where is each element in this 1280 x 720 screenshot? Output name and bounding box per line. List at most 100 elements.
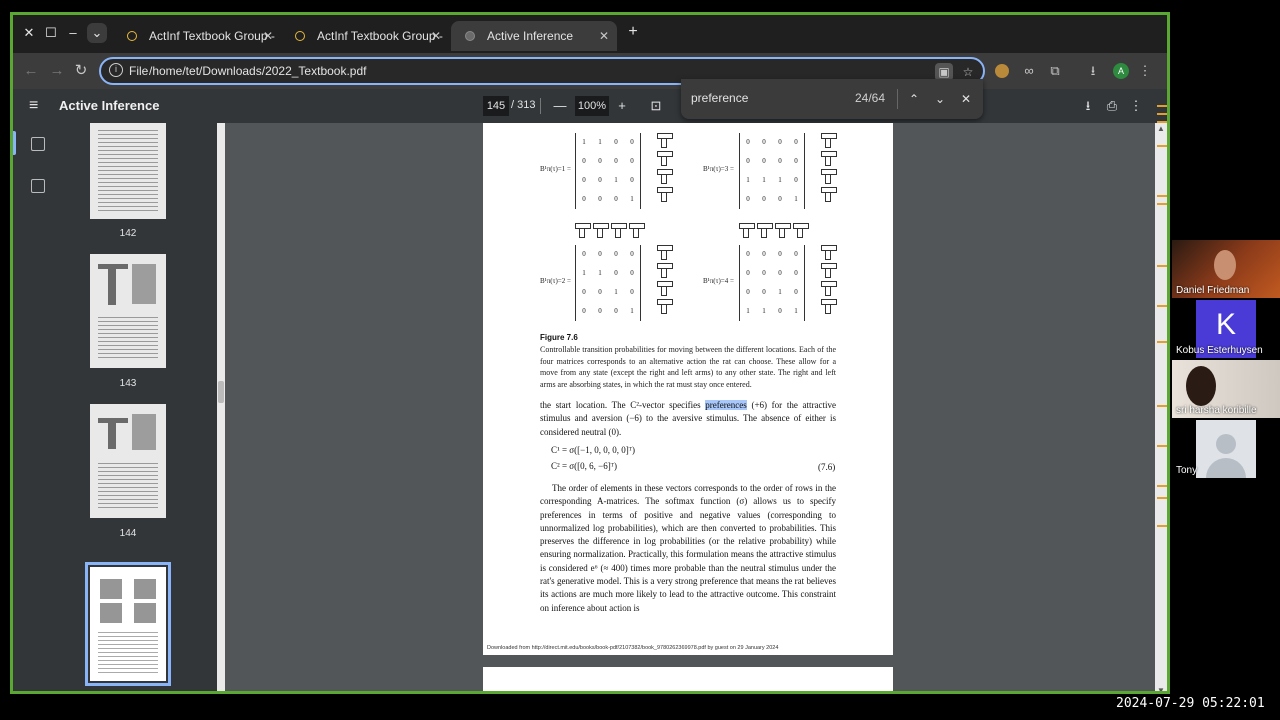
t-maze-icon (657, 245, 673, 260)
browser-toolbar: ← → ↻ i File /home/tet/Downloads/2022_Te… (13, 53, 1167, 89)
tab-title: Active Inference (487, 29, 574, 43)
participant-name: Daniel Friedman (1176, 285, 1250, 296)
minimize-icon[interactable]: – (63, 23, 83, 43)
maze-icons (821, 133, 837, 205)
find-highlight: preferences (705, 400, 747, 410)
page-number-input[interactable]: 145 (483, 96, 509, 116)
t-maze-icon (821, 245, 837, 260)
recording-timestamp: 2024-07-29 05:22:01 (1116, 696, 1265, 711)
matrix-label: B¹π(τ)=1 = (540, 165, 571, 173)
glasses-extension-icon[interactable]: ∞ (1019, 61, 1039, 81)
url-text[interactable]: /home/tet/Downloads/2022_Textbook.pdf (149, 64, 366, 78)
maximize-icon[interactable]: ☐ (41, 23, 61, 43)
sidebar-rail (13, 123, 65, 691)
print-icon[interactable]: ⎙ (1103, 97, 1121, 115)
tab-title: ActInf Textbook Group - (317, 29, 443, 43)
download-pdf-icon[interactable]: ⭳ (1079, 97, 1097, 115)
active-indicator (13, 131, 16, 155)
zoom-level-input[interactable]: 100% (575, 96, 609, 116)
t-maze-icon (821, 151, 837, 166)
tab-title: ActInf Textbook Group - (149, 29, 275, 43)
scroll-down-icon[interactable]: ▼ (1157, 687, 1165, 692)
zoom-out-icon[interactable]: — (551, 97, 569, 115)
maze-icons (575, 223, 645, 238)
matrix-b4: 0000 0000 0010 1101 (739, 245, 805, 321)
tab-active-inference[interactable]: Active Inference ✕ (451, 21, 617, 51)
close-window-icon[interactable]: ✕ (19, 23, 39, 43)
page-footer: Downloaded from http://direct.mit.edu/bo… (487, 645, 779, 651)
outline-view-icon[interactable] (31, 179, 45, 193)
matrix-label: B¹π(τ)=4 = (703, 277, 734, 285)
back-icon[interactable]: ← (21, 61, 41, 81)
figure-title: Figure 7.6 (540, 333, 578, 342)
video-tile-tony[interactable]: Tony (1172, 420, 1280, 478)
t-maze-icon (657, 187, 673, 202)
default-avatar-icon (1216, 434, 1236, 454)
new-tab-icon[interactable]: + (623, 23, 643, 41)
reload-icon[interactable]: ↻ (71, 61, 91, 81)
tab-strip: ✕ ☐ – ⌄ ActInf Textbook Group - ✕ ActInf… (13, 15, 1167, 53)
browser-window: ✕ ☐ – ⌄ ActInf Textbook Group - ✕ ActInf… (10, 12, 1170, 694)
t-maze-icon (821, 299, 837, 314)
t-maze-icon (821, 133, 837, 148)
pdf-more-icon[interactable]: ⋮ (1127, 97, 1145, 115)
forward-icon[interactable]: → (47, 61, 67, 81)
maze-icons (739, 223, 809, 238)
thumbnails-view-icon[interactable] (31, 137, 45, 151)
participant-face (1186, 366, 1216, 406)
find-previous-icon[interactable]: ⌃ (905, 89, 923, 109)
thumbnail-page-145[interactable] (85, 562, 171, 686)
scrollbar-thumb[interactable] (218, 381, 224, 403)
maze-icons (657, 133, 673, 205)
t-maze-icon (593, 223, 609, 238)
t-maze-icon (775, 223, 791, 238)
thumbnail-page-144[interactable] (90, 404, 166, 518)
find-next-icon[interactable]: ⌄ (931, 89, 949, 109)
extensions-puzzle-icon[interactable]: ⧉ (1045, 61, 1065, 81)
find-result-markers (1157, 105, 1167, 545)
t-maze-icon (739, 223, 755, 238)
t-maze-icon (575, 223, 591, 238)
divider (540, 98, 541, 114)
t-maze-icon (629, 223, 645, 238)
tab-actinf-2[interactable]: ActInf Textbook Group - ✕ (281, 21, 449, 51)
t-maze-icon (821, 187, 837, 202)
t-maze-icon (757, 223, 773, 238)
info-icon[interactable]: i (109, 63, 123, 77)
find-input[interactable]: preference (691, 91, 748, 105)
close-tab-icon[interactable]: ✕ (431, 21, 441, 51)
profile-avatar[interactable]: A (1113, 63, 1129, 79)
sidebar-scrollbar[interactable] (217, 123, 225, 691)
thumbnail-page-143[interactable] (90, 254, 166, 368)
document-title: Active Inference (59, 98, 160, 113)
close-tab-icon[interactable]: ✕ (263, 21, 273, 51)
maze-icons (657, 245, 673, 317)
divider (897, 89, 898, 109)
zoom-in-icon[interactable]: + (613, 97, 631, 115)
equation-number: (7.6) (818, 462, 836, 472)
matrix-label: B¹π(τ)=2 = (540, 277, 571, 285)
hamburger-menu-icon[interactable]: ≡ (29, 97, 47, 115)
t-maze-icon (821, 263, 837, 278)
equation-c1: C¹ = σ([−1, 0, 0, 0, 0]ᵀ) (551, 445, 635, 455)
find-close-icon[interactable]: ✕ (957, 89, 975, 109)
video-tile-daniel[interactable]: Daniel Friedman (1172, 240, 1280, 298)
download-icon[interactable]: ⭳ (1083, 61, 1103, 81)
video-tile-kobus[interactable]: K Kobus Esterhuysen (1172, 300, 1280, 358)
thumbnail-page-142[interactable] (90, 123, 166, 219)
loading-icon (127, 31, 137, 41)
video-tile-sri-harsha[interactable]: sri harsha koribille (1172, 360, 1280, 418)
t-maze-icon (657, 299, 673, 314)
t-maze-icon (657, 263, 673, 278)
tab-actinf-1[interactable]: ActInf Textbook Group - ✕ (113, 21, 281, 51)
close-tab-icon[interactable]: ✕ (599, 21, 609, 51)
more-menu-icon[interactable]: ⋮ (1135, 61, 1155, 81)
thumbnail-label: 144 (119, 528, 137, 539)
participant-name: Kobus Esterhuysen (1176, 345, 1263, 356)
extension-icon[interactable] (995, 64, 1009, 78)
tab-search-icon[interactable]: ⌄ (87, 23, 107, 43)
t-maze-icon (793, 223, 809, 238)
thumbnail-label: 143 (119, 378, 137, 389)
participant-name: Tony (1176, 465, 1198, 476)
fit-page-icon[interactable]: ⊡ (647, 97, 665, 115)
